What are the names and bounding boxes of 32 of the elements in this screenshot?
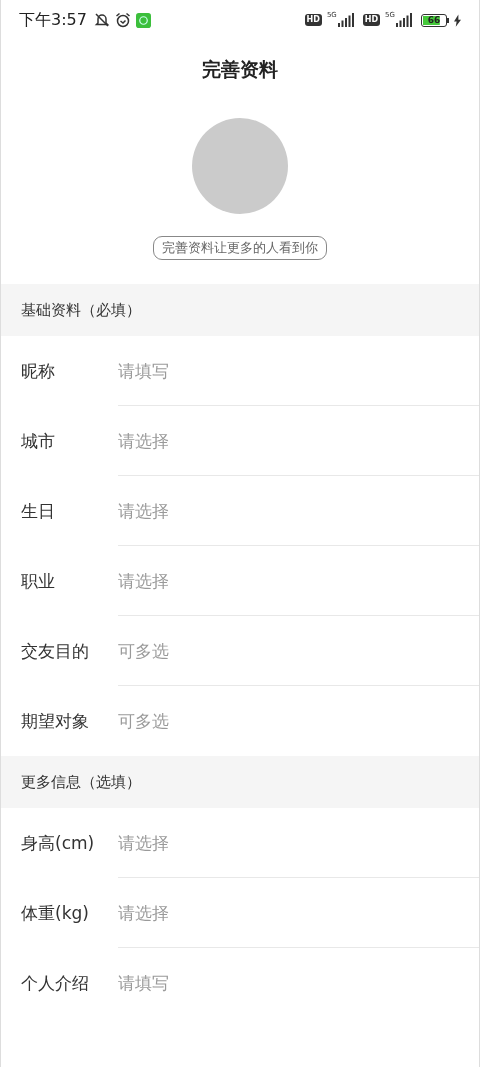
field-label: 体重(kg) — [20, 901, 90, 925]
signal-icon — [396, 13, 412, 27]
field-label: 城市 — [20, 429, 56, 453]
input-field[interactable]: 请填写 — [118, 973, 318, 993]
field-label: 个人介绍 — [20, 971, 90, 995]
input-field[interactable]: 请选择 — [118, 571, 318, 591]
field-label: 身高(cm) — [20, 831, 96, 855]
input-field[interactable]: 可多选 — [118, 711, 318, 731]
tagline-badge: 完善资料让更多的人看到你 — [153, 236, 327, 260]
field-label: 昵称 — [20, 359, 56, 383]
hd-badge: HD — [362, 14, 381, 26]
input-field[interactable]: 可多选 — [118, 641, 318, 661]
charging-bolt-icon — [454, 13, 461, 27]
signal-icon — [337, 13, 354, 27]
battery-indicator: 66 — [421, 13, 447, 27]
field-label: 交友目的 — [20, 639, 90, 663]
hd-badge: HD — [304, 14, 322, 26]
muted-bell-icon — [93, 12, 110, 28]
section-header: 基础资料（必填） — [1, 284, 479, 336]
page-title: 完善资料 — [201, 57, 279, 82]
input-field[interactable]: 请选择 — [118, 501, 318, 521]
input-field[interactable]: 请选择 — [118, 431, 318, 451]
input-field[interactable]: 请填写 — [118, 361, 318, 381]
alarm-clock-icon — [114, 12, 131, 28]
app-icon — [135, 12, 151, 28]
section-header: 更多信息（选填） — [1, 756, 479, 808]
field-label: 期望对象 — [20, 709, 90, 733]
field-label: 职业 — [20, 569, 56, 593]
input-field[interactable]: 请选择 — [118, 903, 318, 923]
field-label: 生日 — [20, 499, 56, 523]
input-field[interactable]: 请选择 — [118, 833, 318, 853]
status-time: 下午3:57 — [19, 9, 87, 31]
